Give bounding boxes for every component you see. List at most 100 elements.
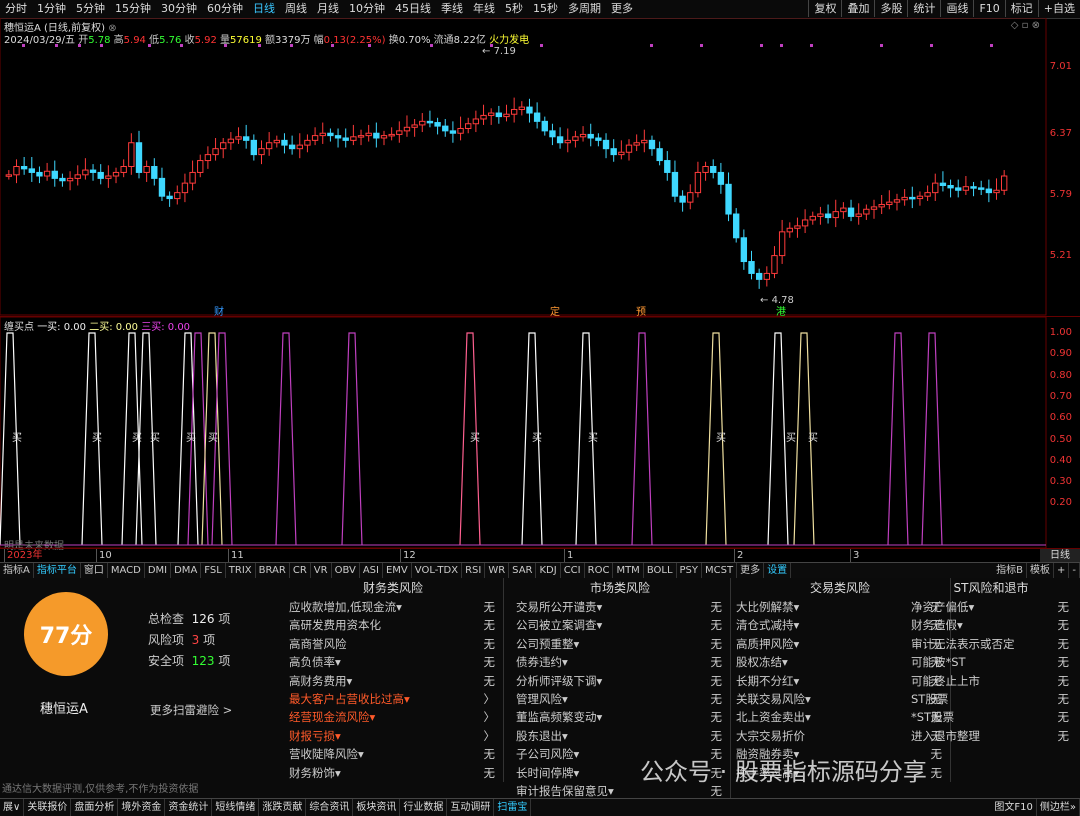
indicator-pane[interactable]: 买买买买买买买买买买买买 缠买点 一买: 0.00 二买: 0.00 三买: 0… [0, 316, 1080, 552]
indicator-tab-11[interactable]: OBV [332, 563, 360, 578]
kline-chart[interactable] [0, 18, 1080, 316]
period-item-10[interactable]: 45日线 [390, 0, 436, 18]
indicator-tab-14[interactable]: VOL-TDX [412, 563, 463, 578]
indicator-tab-21[interactable]: MTM [613, 563, 644, 578]
period-item-0[interactable]: 分时 [0, 0, 32, 18]
bottom-tab-4[interactable]: 资金统计 [165, 799, 213, 816]
indicator-tab-2[interactable]: 窗口 [81, 563, 108, 578]
tool-button-5[interactable]: F10 [973, 0, 1004, 17]
tool-button-4[interactable]: 画线 [940, 0, 973, 17]
bottom-tab-5[interactable]: 短线情绪 [212, 799, 260, 816]
bottom-tab-10[interactable]: 互动调研 [447, 799, 495, 816]
period-item-7[interactable]: 周线 [280, 0, 312, 18]
risk-row[interactable]: 财务粉饰▾ 无 [283, 764, 503, 782]
bottom-tab-11[interactable]: 扫雷宝 [494, 799, 532, 816]
indicator-tab-15[interactable]: RSI [462, 563, 486, 578]
indicator-tab-26[interactable]: 设置 [764, 563, 792, 578]
indicator-chart[interactable]: 买买买买买买买买买买买买 [0, 317, 1080, 549]
indicator-tab-18[interactable]: KDJ [536, 563, 561, 578]
indicator-tab-19[interactable]: CCI [561, 563, 585, 578]
indicator-tab-22[interactable]: BOLL [644, 563, 677, 578]
tool-button-3[interactable]: 统计 [907, 0, 940, 17]
period-item-3[interactable]: 15分钟 [110, 0, 156, 18]
risk-row[interactable]: 净资产偏低▾ 无 [905, 598, 1077, 616]
risk-row[interactable]: 营收陡降风险▾ 无 [283, 745, 503, 763]
pane-controls[interactable]: ◇ ▫ ⊗ [1011, 20, 1040, 31]
close-pane-icon[interactable]: ⊗ [1032, 20, 1040, 31]
period-item-15[interactable]: 多周期 [563, 0, 606, 18]
bottom-tab-8[interactable]: 板块资讯 [353, 799, 401, 816]
indicator-tab-17[interactable]: SAR [509, 563, 537, 578]
risk-row[interactable]: 可能终止上市 无 [905, 672, 1077, 690]
bottom-tool-1[interactable]: 侧边栏» [1037, 799, 1080, 816]
period-item-16[interactable]: 更多 [606, 0, 638, 18]
risk-row[interactable]: 最大客户占营收比过高▾ 〉 [283, 690, 503, 708]
indicator-tool-3[interactable]: - [1069, 563, 1080, 578]
period-item-9[interactable]: 10分钟 [344, 0, 390, 18]
risk-row[interactable]: 公司预重整▾ 无 [510, 635, 730, 653]
period-item-11[interactable]: 季线 [436, 0, 468, 18]
bottom-tab-7[interactable]: 综合资讯 [306, 799, 354, 816]
tool-button-0[interactable]: 复权 [808, 0, 841, 17]
bottom-tab-9[interactable]: 行业数据 [400, 799, 448, 816]
indicator-tab-7[interactable]: TRIX [226, 563, 256, 578]
indicator-tab-16[interactable]: WR [485, 563, 510, 578]
risk-row[interactable]: 高研发费用资本化 无 [283, 616, 503, 634]
indicator-tab-12[interactable]: ASI [360, 563, 383, 578]
indicator-tab-24[interactable]: MCST [702, 563, 738, 578]
indicator-tab-8[interactable]: BRAR [256, 563, 290, 578]
tool-button-2[interactable]: 多股 [874, 0, 907, 17]
risk-row[interactable]: 应收款增加,低现金流▾ 无 [283, 598, 503, 616]
period-indicator[interactable]: 日线 [1040, 549, 1080, 563]
bottom-tab-3[interactable]: 境外资金 [118, 799, 166, 816]
restore-icon[interactable]: ▫ [1022, 20, 1029, 31]
risk-row[interactable]: 财报亏损▾ 〉 [283, 727, 503, 745]
period-item-1[interactable]: 1分钟 [32, 0, 71, 18]
indicator-tab-6[interactable]: FSL [201, 563, 226, 578]
indicator-tab-25[interactable]: 更多 [737, 563, 765, 578]
risk-row[interactable]: 管理风险▾ 无 [510, 690, 730, 708]
indicator-tool-2[interactable]: + [1054, 563, 1070, 578]
indicator-tab-23[interactable]: PSY [677, 563, 703, 578]
indicator-tab-10[interactable]: VR [311, 563, 332, 578]
indicator-tab-4[interactable]: DMI [145, 563, 172, 578]
risk-row[interactable]: 高商誉风险 无 [283, 635, 503, 653]
period-item-2[interactable]: 5分钟 [71, 0, 110, 18]
period-item-8[interactable]: 月线 [312, 0, 344, 18]
risk-row[interactable]: 进入退市整理 无 [905, 727, 1077, 745]
indicator-tab-20[interactable]: ROC [585, 563, 614, 578]
bottom-tab-2[interactable]: 盘面分析 [71, 799, 119, 816]
risk-row[interactable]: 审计无法表示或否定 无 [905, 635, 1077, 653]
risk-row[interactable]: 财务造假▾ 无 [905, 616, 1077, 634]
risk-row[interactable]: 经营现金流风险▾ 〉 [283, 708, 503, 726]
risk-row[interactable]: 公司被立案调查▾ 无 [510, 616, 730, 634]
bottom-tab-1[interactable]: 关联报价 [24, 799, 72, 816]
risk-row[interactable]: ST股票 无 [905, 690, 1077, 708]
period-item-13[interactable]: 5秒 [500, 0, 528, 18]
tool-button-7[interactable]: +自选 [1037, 0, 1080, 17]
indicator-tool-0[interactable]: 指标B [993, 563, 1027, 578]
diamond-icon[interactable]: ◇ [1011, 20, 1019, 31]
period-item-5[interactable]: 60分钟 [202, 0, 248, 18]
risk-row[interactable]: 交易所公开谴责▾ 无 [510, 598, 730, 616]
indicator-tab-9[interactable]: CR [290, 563, 311, 578]
period-item-6[interactable]: 日线 [248, 0, 280, 18]
risk-row[interactable]: 高负债率▾ 无 [283, 653, 503, 671]
tool-button-6[interactable]: 标记 [1004, 0, 1038, 17]
tool-button-1[interactable]: 叠加 [841, 0, 874, 17]
indicator-tab-0[interactable]: 指标A [0, 563, 34, 578]
risk-row[interactable]: 债券违约▾ 无 [510, 653, 730, 671]
indicator-tab-1[interactable]: 指标平台 [34, 563, 81, 578]
bottom-tab-0[interactable]: 展∨ [0, 799, 25, 816]
indicator-tab-3[interactable]: MACD [108, 563, 145, 578]
bottom-tab-6[interactable]: 涨跌贡献 [259, 799, 307, 816]
period-item-14[interactable]: 15秒 [528, 0, 563, 18]
risk-row[interactable]: 可能被*ST 无 [905, 653, 1077, 671]
risk-row[interactable]: 高财务费用▾ 无 [283, 672, 503, 690]
more-scan-link[interactable]: 更多扫雷避险 > [150, 702, 232, 718]
kline-pane[interactable]: 穗恒运A (日线,前复权) ⊗ 2024/03/29/五 开5.78 高5.94… [0, 18, 1080, 318]
sector-tag[interactable]: 火力发电 [489, 35, 529, 46]
period-item-12[interactable]: 年线 [468, 0, 500, 18]
risk-row[interactable]: 分析师评级下调▾ 无 [510, 672, 730, 690]
indicator-tab-13[interactable]: EMV [383, 563, 412, 578]
